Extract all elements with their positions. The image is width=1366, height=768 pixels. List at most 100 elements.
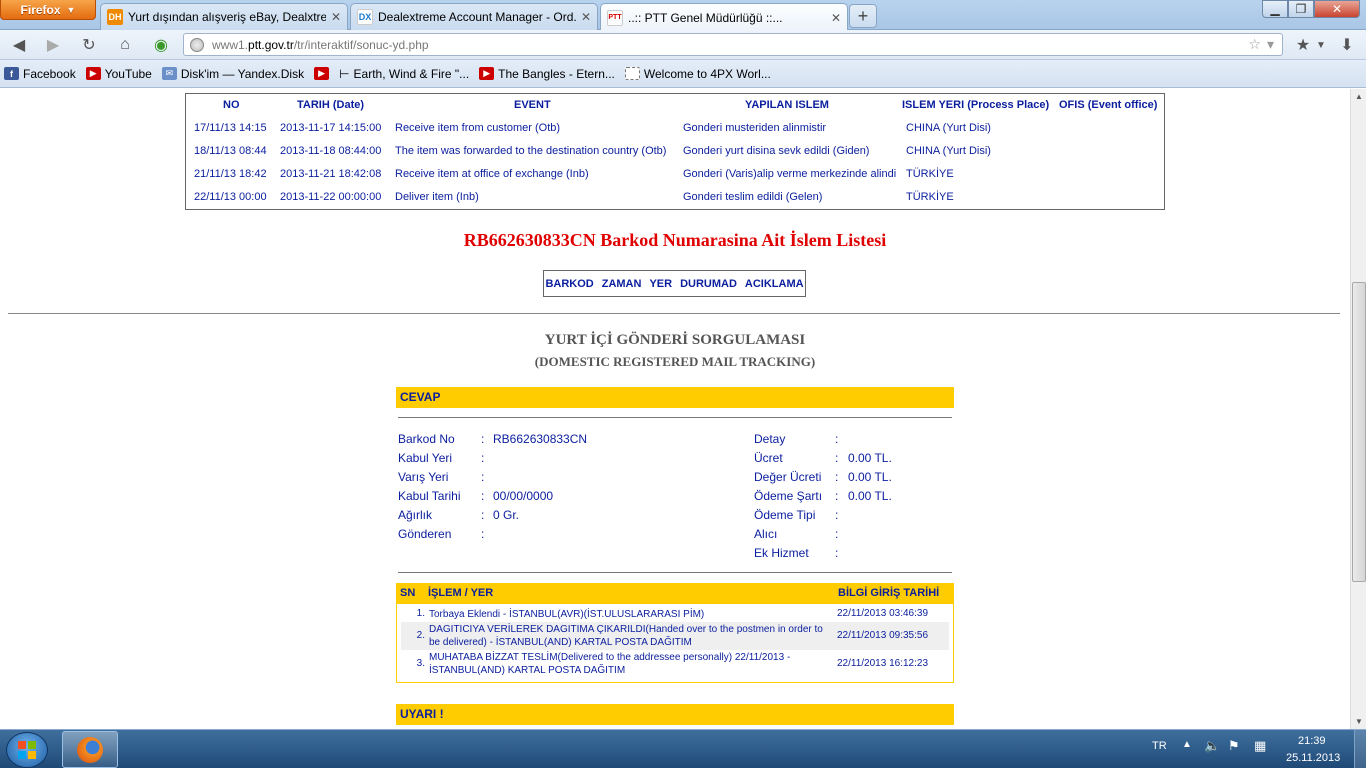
scroll-down-icon[interactable]: ▼ [1352, 714, 1366, 729]
cell-date: 2013-11-18 08:44:00 [280, 145, 382, 157]
legend-item: ACIKLAMA [744, 277, 804, 290]
legend-item: BARKOD [545, 277, 594, 290]
dh-favicon-icon: DH [107, 9, 123, 25]
download-icon[interactable]: ⬇ [1336, 34, 1358, 56]
url-bar[interactable]: www1. ptt.gov.tr/tr/interaktif/sonuc-yd.p… [183, 33, 1283, 56]
divider [398, 417, 952, 418]
payment-term-value: 0.00 TL. [848, 489, 892, 503]
tray-expand-icon[interactable]: ▲ [1182, 739, 1192, 750]
forward-icon[interactable]: ▶ [42, 34, 64, 56]
tab-label: ..:: PTT Genel Müdürlüğü ::... [628, 10, 783, 25]
addon-icon[interactable]: ◉ [150, 34, 172, 56]
field-separator: : [835, 489, 839, 503]
home-icon[interactable]: ⌂ [114, 34, 136, 56]
bookmark-earth-wind-fire[interactable]: ⊢ Earth, Wind & Fire "... [339, 67, 469, 81]
field-label: Ödeme Tipi [754, 508, 816, 522]
table-header-row: NO TARIH (Date) EVENT YAPILAN ISLEM ISLE… [186, 94, 1164, 117]
ptt-favicon-icon: PTT [607, 9, 623, 26]
cell-date: 2013-11-21 18:42:08 [280, 168, 382, 180]
clock-time[interactable]: 21:39 [1298, 735, 1326, 747]
back-icon[interactable]: ◀ [8, 34, 30, 56]
new-tab-button[interactable]: + [849, 4, 877, 28]
cursor-icon: ⊢ [339, 66, 350, 81]
field-separator: : [835, 451, 839, 465]
field-label: Gönderen [398, 527, 452, 541]
bookmark-label: The Bangles - Etern... [498, 66, 615, 81]
field-separator: : [481, 432, 485, 446]
legend-box: BARKOD ZAMAN YER DURUMAD ACIKLAMA [543, 270, 806, 297]
scrollbar-thumb[interactable] [1352, 282, 1366, 582]
clock-date[interactable]: 25.11.2013 [1286, 752, 1340, 764]
bookmark-youtube[interactable]: ▶ YouTube [85, 67, 152, 81]
url-path: /tr/interaktif/sonuc-yd.php [293, 37, 429, 52]
bookmark-4px[interactable]: Welcome to 4PX Worl... [624, 67, 771, 81]
tab-dealextreme[interactable]: DX Dealextreme Account Manager - Ord... … [350, 3, 598, 30]
close-window-button[interactable]: ✕ [1314, 0, 1360, 18]
tab-bar: Firefox ▼ DH Yurt dışından alışveriş eBa… [0, 0, 1366, 31]
network-icon[interactable]: ▦ [1254, 738, 1266, 754]
cell-place: CHINA (Yurt Disi) [906, 145, 991, 157]
firefox-menu-button[interactable]: Firefox ▼ [0, 0, 96, 20]
chevron-down-icon[interactable]: ▼ [1310, 34, 1332, 56]
history-col-action: İŞLEM / YER [428, 587, 494, 599]
cell-action: Gonderi yurt disina sevk edildi (Giden) [683, 145, 870, 157]
action-center-flag-icon[interactable]: ⚑ [1228, 738, 1240, 754]
navigation-toolbar: ◀ ▶ ↻ ⌂ ◉ www1. ptt.gov.tr/tr/interaktif/… [0, 30, 1366, 60]
cell-place: TÜRKİYE [906, 191, 954, 203]
history-date: 22/11/2013 16:12:23 [837, 658, 929, 669]
field-label: Detay [754, 432, 786, 446]
cell-event: Receive item from customer (Otb) [395, 122, 561, 134]
bookmark-youtube-2[interactable]: ▶ [314, 67, 330, 80]
bookmark-label: Disk'im — Yandex.Disk [180, 66, 305, 81]
cell-no: 17/11/13 14:15 [194, 122, 267, 134]
field-label: Değer Ücreti [754, 470, 822, 484]
field-label: Kabul Yeri [398, 451, 453, 465]
bookmark-bangles[interactable]: ▶ The Bangles - Etern... [479, 67, 615, 81]
cell-event: The item was forwarded to the destinatio… [395, 145, 667, 157]
table-row: 21/11/13 18:42 2013-11-21 18:42:08 Recei… [186, 163, 1164, 186]
table-row: 1. Torbaya Eklendi - İSTANBUL(AVR)(İST.U… [401, 606, 949, 622]
history-col-sn: SN [400, 587, 416, 599]
bookmark-star-icon[interactable]: ☆ [1248, 36, 1261, 53]
firefox-menu-label: Firefox [20, 2, 61, 17]
close-tab-icon[interactable]: ✕ [831, 11, 841, 25]
acceptance-date-value: 00/00/0000 [493, 489, 554, 503]
cevap-header: CEVAP [396, 387, 954, 408]
language-indicator[interactable]: TR [1152, 740, 1167, 752]
divider [8, 313, 1340, 314]
scroll-up-icon[interactable]: ▲ [1352, 89, 1366, 104]
minimize-button[interactable]: ▁ [1262, 0, 1288, 18]
table-row: 22/11/13 00:00 2013-11-22 00:00:00 Deliv… [186, 186, 1164, 209]
cell-event: Deliver item (Inb) [395, 191, 479, 203]
taskbar-firefox-button[interactable] [62, 731, 118, 768]
volume-icon[interactable]: 🔈 [1204, 738, 1220, 754]
close-icon: ✕ [1331, 2, 1343, 16]
field-separator: : [835, 432, 839, 446]
cell-place: CHINA (Yurt Disi) [906, 122, 991, 134]
tab-ebay[interactable]: DH Yurt dışından alışveriş eBay, Dealxtr… [100, 3, 348, 30]
close-tab-icon[interactable]: ✕ [331, 10, 341, 24]
url-host: ptt.gov.tr [248, 37, 294, 52]
bookmark-facebook[interactable]: f Facebook [4, 67, 76, 81]
cell-event: Receive item at office of exchange (Inb) [395, 168, 589, 180]
tab-ptt[interactable]: PTT ..:: PTT Genel Müdürlüğü ::... ✕ [600, 3, 848, 31]
history-sn: 1. [416, 608, 425, 619]
history-desc: Torbaya Eklendi - İSTANBUL(AVR)(İST.ULUS… [429, 609, 705, 620]
field-label: Alıcı [754, 527, 778, 541]
field-label: Barkod No [398, 432, 455, 446]
vertical-scrollbar[interactable]: ▲ ▼ [1350, 89, 1366, 729]
bookmark-yandex-disk[interactable]: ✉ Disk'im — Yandex.Disk [161, 66, 305, 81]
start-button[interactable] [6, 732, 48, 768]
warning-header: UYARI ! [396, 704, 954, 725]
column-header: ISLEM YERI (Process Place) [902, 99, 1050, 111]
history-dropdown-icon[interactable]: ▾ [1267, 36, 1274, 53]
show-desktop-button[interactable] [1354, 730, 1366, 768]
cell-date: 2013-11-22 00:00:00 [280, 191, 382, 203]
field-separator: : [835, 527, 839, 541]
weight-value: 0 Gr. [493, 508, 520, 522]
maximize-button[interactable]: ❐ [1288, 0, 1314, 18]
column-header: TARIH (Date) [297, 99, 365, 111]
close-tab-icon[interactable]: ✕ [581, 10, 591, 24]
field-separator: : [835, 470, 839, 484]
reload-icon[interactable]: ↻ [78, 34, 100, 56]
